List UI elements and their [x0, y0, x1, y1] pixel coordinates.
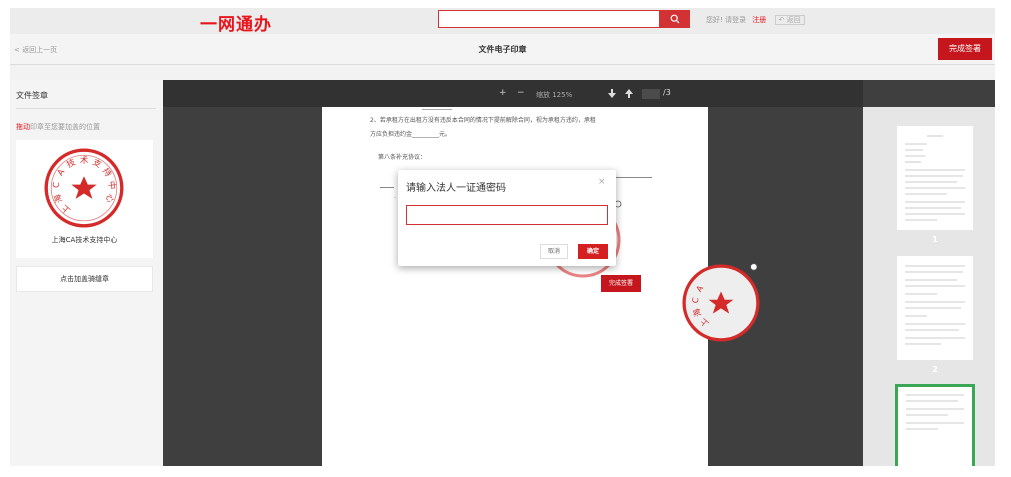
- search-button[interactable]: [660, 10, 690, 28]
- svg-text:术: 术: [80, 155, 89, 165]
- cancel-button[interactable]: 取消: [540, 244, 568, 259]
- register-link[interactable]: 注册: [752, 16, 766, 24]
- top-links: 您好! 请登录 注册 ↶ 返回: [706, 15, 805, 25]
- divider: [16, 108, 156, 109]
- thumbnail-page-1[interactable]: [897, 126, 973, 230]
- thumbnail-page-3[interactable]: [895, 384, 975, 466]
- seal-finish-button[interactable]: 完成签署: [601, 275, 641, 292]
- thumbnail-text-lines: [905, 265, 965, 345]
- svg-text:海: 海: [51, 192, 64, 204]
- drag-hint-keyword: 拖动: [16, 123, 30, 131]
- seal-name: 上海CA技术支持中心: [51, 236, 118, 244]
- back-home-label: 返回: [786, 16, 801, 24]
- zoom-level: 缩放 125%: [536, 91, 573, 99]
- panel-title: 文件签章: [16, 91, 48, 100]
- thumbnail-panel: 1 2: [863, 107, 995, 466]
- svg-text:技: 技: [65, 156, 78, 169]
- seal-stamp-preview[interactable]: 海 上 C A: [680, 262, 762, 344]
- close-icon[interactable]: ×: [598, 177, 606, 187]
- arrow-up-icon[interactable]: [625, 89, 633, 98]
- site-logo[interactable]: 一网通办: [200, 10, 272, 35]
- sub-header: < 返回上一页 文件电子印章 完成签署: [10, 34, 995, 65]
- thumbnail-text-lines: [906, 394, 964, 430]
- zoom-out-button[interactable]: −: [517, 88, 525, 98]
- arrow-down-icon[interactable]: [608, 89, 616, 98]
- left-panel: 文件签章 拖动印章至您要加盖的位置 术 技 A C 海 上 支 持 中 心 上海…: [10, 80, 163, 466]
- svg-text:心: 心: [104, 193, 117, 205]
- drag-hint-text: 印章至您要加盖的位置: [30, 123, 100, 131]
- login-link[interactable]: 您好! 请登录: [706, 16, 746, 24]
- svg-text:持: 持: [101, 166, 114, 179]
- svg-text:支: 支: [91, 157, 104, 170]
- svg-text:上: 上: [59, 203, 72, 216]
- svg-text:C: C: [51, 181, 62, 188]
- doc-line-3: 第八条补充协议：: [378, 154, 427, 161]
- password-input[interactable]: [406, 205, 608, 225]
- seal-card[interactable]: 术 技 A C 海 上 支 持 中 心 上海CA技术支持中心: [16, 140, 153, 258]
- finish-sign-button[interactable]: 完成签署: [938, 38, 992, 60]
- password-dialog: 请输入法人一证通密码 × 取消 确定: [398, 170, 616, 266]
- thumbnail-page-2[interactable]: [897, 256, 973, 360]
- search-input[interactable]: [438, 10, 660, 28]
- svg-text:中: 中: [107, 180, 118, 189]
- back-home-button[interactable]: ↶ 返回: [774, 15, 805, 25]
- top-header: 一网通办 您好! 请登录 注册 ↶ 返回: [10, 8, 995, 35]
- thumbnail-number-2: 2: [932, 365, 938, 374]
- doc-line-2: 方应负担违约金_________元。: [370, 131, 452, 138]
- underline: [380, 187, 394, 188]
- thumbnail-number-1: 1: [932, 235, 938, 244]
- add-perforation-seal-button[interactable]: 点击加盖骑缝章: [16, 266, 153, 292]
- dialog-title: 请输入法人一证通密码: [406, 183, 506, 194]
- viewer-toolbar: + − 缩放 125% /3: [163, 80, 863, 107]
- page-number-input[interactable]: [642, 89, 660, 99]
- page-title: 文件电子印章: [478, 45, 527, 54]
- drag-hint: 拖动印章至您要加盖的位置: [16, 122, 100, 132]
- seal-stamp-icon[interactable]: 术 技 A C 海 上 支 持 中 心: [42, 146, 126, 230]
- doc-bullet: ·: [394, 195, 396, 202]
- confirm-button[interactable]: 确定: [578, 244, 608, 259]
- zoom-in-button[interactable]: +: [499, 88, 507, 98]
- document-viewer: + − 缩放 125% /3 2、若承租方在出租方没有违反本合同的情况下提前解除…: [163, 80, 995, 466]
- page-total: /3: [663, 88, 671, 97]
- document-page: 2、若承租方在出租方没有违反本合同的情况下提前解除合同，视为承租方违约，承租 方…: [322, 107, 708, 466]
- app-frame: 一网通办 您好! 请登录 注册 ↶ 返回 < 返回上一页 文件电子印章 完成签署…: [10, 8, 995, 466]
- doc-line-1: 2、若承租方在出租方没有违反本合同的情况下提前解除合同，视为承租方违约，承租: [370, 117, 596, 124]
- underline: [422, 109, 452, 110]
- thumbnail-text-lines: [905, 135, 965, 221]
- search-icon: [670, 14, 680, 24]
- svg-text:A: A: [55, 167, 67, 178]
